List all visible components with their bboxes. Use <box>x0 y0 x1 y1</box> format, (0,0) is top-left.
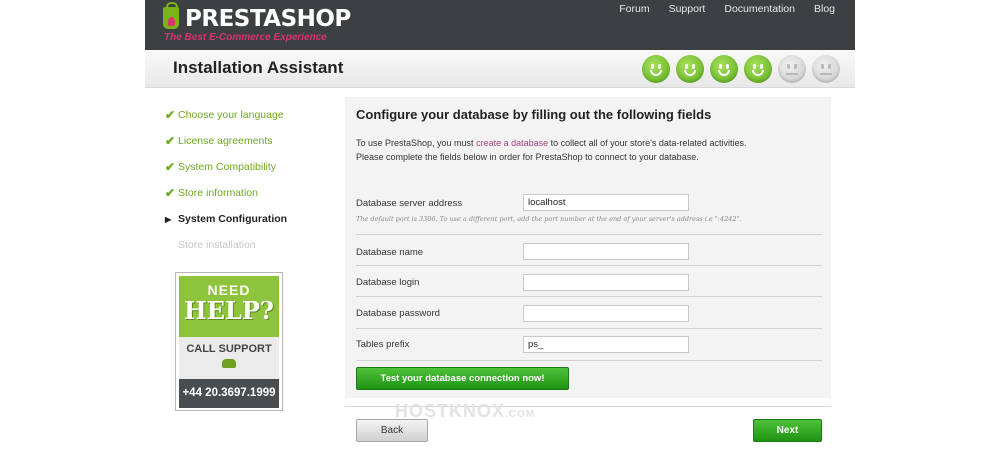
database-login-row: Database login <box>356 266 822 297</box>
tables-prefix-label: Tables prefix <box>356 339 410 350</box>
database-name-label: Database name <box>356 247 424 258</box>
step-label: System Compatibility <box>178 161 277 173</box>
smiley-neutral-icon <box>812 55 840 83</box>
tables-prefix-input[interactable] <box>523 336 689 353</box>
intro-text-line2: Please complete the fields below in orde… <box>356 152 699 162</box>
step-item[interactable]: ✔ Choose your language <box>165 102 345 128</box>
database-name-row: Database name <box>356 235 822 266</box>
step-label: Choose your language <box>178 109 284 121</box>
db-config-panel: Configure your database by filling out t… <box>345 97 831 398</box>
checkmark-icon: ✔ <box>165 134 176 148</box>
database-password-label: Database password <box>356 308 440 319</box>
database-login-input[interactable] <box>523 274 689 291</box>
page-title: Installation Assistant <box>173 58 344 77</box>
top-nav: Forum Support Documentation Blog <box>619 3 835 15</box>
nav-forum-link[interactable]: Forum <box>619 3 649 15</box>
step-item: Store installation <box>165 232 345 258</box>
checkmark-icon: ✔ <box>165 186 176 200</box>
logo-text: PRESTASHOP <box>185 6 351 32</box>
smiley-happy-icon <box>676 55 704 83</box>
back-button[interactable]: Back <box>356 419 428 442</box>
form-intro: To use PrestaShop, you must create a dat… <box>356 136 826 164</box>
step-item[interactable]: ✔ Store information <box>165 180 345 206</box>
smiley-happy-icon <box>710 55 738 83</box>
main-content: ✔ Choose your language ✔ License agreements… <box>145 88 855 454</box>
step-label: Store installation <box>178 239 256 251</box>
step-label: Store information <box>178 187 258 199</box>
header-bar: PRESTASHOP The Best E-Commerce Experienc… <box>145 0 855 50</box>
help-top: NEED HELP? <box>179 276 279 337</box>
intro-text-start: To use PrestaShop, you must <box>356 138 477 148</box>
database-password-row: Database password <box>356 297 822 329</box>
shopping-bag-icon <box>163 2 179 29</box>
support-phone-number: +44 20.3697.1999 <box>179 379 279 408</box>
help-need-text: NEED <box>207 282 251 298</box>
step-label: License agreements <box>178 135 273 147</box>
intro-text-end: to collect all of your store's data-rela… <box>548 138 747 148</box>
progress-smileys <box>642 55 840 83</box>
steps-list: ✔ Choose your language ✔ License agreements… <box>165 102 345 258</box>
logo-text-presta: PRESTA <box>185 6 281 32</box>
checkmark-icon: ✔ <box>165 160 176 174</box>
server-address-row: Database server address The default port… <box>356 193 822 235</box>
help-middle: CALL SUPPORT <box>179 337 279 379</box>
step-item[interactable]: ✔ License agreements <box>165 128 345 154</box>
logo-text-shop: SHOP <box>280 6 352 32</box>
create-database-link[interactable]: create a database <box>476 138 548 148</box>
database-password-input[interactable] <box>523 305 689 322</box>
smiley-neutral-icon <box>778 55 806 83</box>
title-bar: Installation Assistant <box>145 50 855 88</box>
help-help-text: HELP? <box>184 296 274 325</box>
server-address-input[interactable] <box>523 194 689 211</box>
server-address-label: Database server address <box>356 198 463 209</box>
watermark-suffix: .COM <box>505 409 536 420</box>
logo-tagline: The Best E-Commerce Experience <box>164 32 327 43</box>
nav-blog-link[interactable]: Blog <box>814 3 835 15</box>
form-heading: Configure your database by filling out t… <box>356 107 712 122</box>
database-login-label: Database login <box>356 277 420 288</box>
arrow-right-icon: ▶ <box>165 214 172 224</box>
next-button[interactable]: Next <box>753 419 822 442</box>
header: PRESTASHOP The Best E-Commerce Experienc… <box>0 0 996 50</box>
smiley-happy-icon <box>642 55 670 83</box>
step-label: System Configuration <box>178 213 288 225</box>
database-name-input[interactable] <box>523 243 689 260</box>
nav-documentation-link[interactable]: Documentation <box>724 3 795 15</box>
nav-support-link[interactable]: Support <box>669 3 706 15</box>
checkmark-icon: ✔ <box>165 108 176 122</box>
phone-icon <box>222 359 236 368</box>
call-support-text: CALL SUPPORT <box>186 343 272 355</box>
smiley-happy-icon <box>744 55 772 83</box>
tables-prefix-row: Tables prefix <box>356 329 822 361</box>
server-address-hint: The default port is 3306. To use a diffe… <box>356 215 742 223</box>
step-item[interactable]: ✔ System Compatibility <box>165 154 345 180</box>
help-box: NEED HELP? CALL SUPPORT +44 20.3697.1999 <box>175 272 283 411</box>
step-item: ▶ System Configuration <box>165 206 345 232</box>
test-connection-button[interactable]: Test your database connection now! <box>356 367 569 390</box>
watermark-text: HOSTKNOX <box>395 401 506 421</box>
